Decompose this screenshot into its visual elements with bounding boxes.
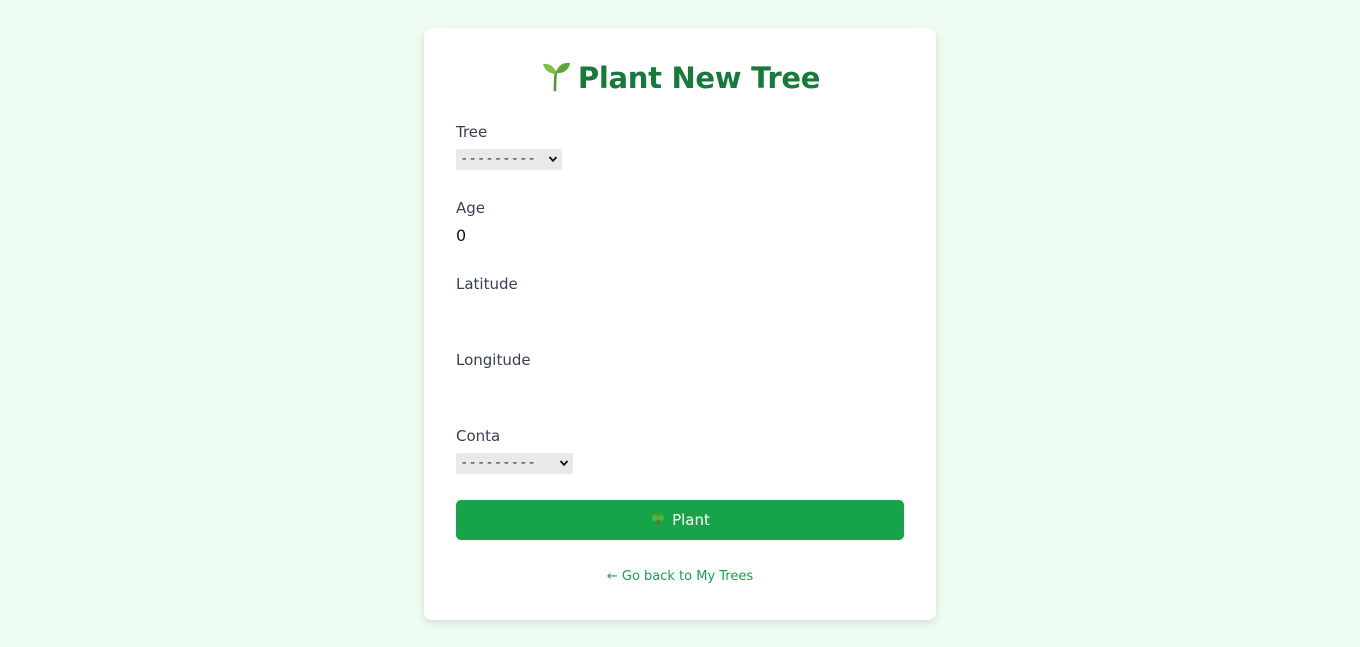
chevron-down-icon <box>548 156 558 163</box>
conta-select[interactable]: --------- <box>456 453 573 474</box>
conta-select-value: --------- <box>460 455 536 471</box>
age-label: Age <box>456 199 486 217</box>
tree-select[interactable]: --------- <box>456 149 562 170</box>
back-link[interactable]: ← Go back to My Trees <box>607 569 753 584</box>
tree-label: Tree <box>456 123 488 141</box>
back-link-row: ← Go back to My Trees <box>424 568 936 586</box>
conta-label: Conta <box>456 427 501 445</box>
page-title-text: Plant New Tree <box>577 61 821 95</box>
plant-button[interactable]: Plant <box>456 500 904 540</box>
plant-button-label: Plant <box>672 511 710 529</box>
page-title: Plant New Tree <box>424 58 936 102</box>
latitude-input[interactable] <box>456 300 904 324</box>
tree-select-value: --------- <box>460 151 536 167</box>
longitude-input[interactable] <box>456 376 904 400</box>
sprout-icon <box>540 60 572 102</box>
latitude-label: Latitude <box>456 275 518 293</box>
chevron-down-icon <box>559 460 569 467</box>
age-input[interactable]: 0 <box>456 224 904 248</box>
plant-tree-card: Plant New Tree Tree --------- Age 0 Lati… <box>424 28 936 620</box>
longitude-label: Longitude <box>456 351 531 369</box>
tree-icon <box>650 510 666 530</box>
